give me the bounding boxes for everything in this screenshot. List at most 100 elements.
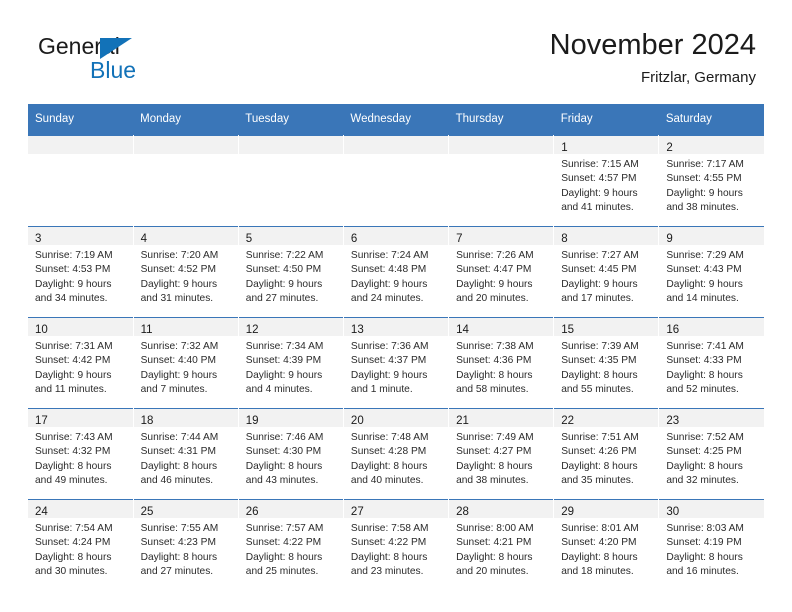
brand-logo[interactable]: General Blue bbox=[28, 33, 258, 93]
sunset-text: Sunset: 4:40 PM bbox=[140, 355, 216, 367]
day-cell[interactable]: 6 Sunrise: 7:24 AM Sunset: 4:48 PM Dayli… bbox=[343, 226, 450, 318]
day-cell[interactable]: 22 Sunrise: 7:51 AM Sunset: 4:26 PM Dayl… bbox=[553, 408, 660, 500]
day-cell[interactable]: 3 Sunrise: 7:19 AM Sunset: 4:53 PM Dayli… bbox=[28, 226, 134, 318]
day-number: 24 bbox=[35, 506, 48, 518]
day-cell[interactable] bbox=[28, 135, 134, 227]
day-cell[interactable]: 20 Sunrise: 7:48 AM Sunset: 4:28 PM Dayl… bbox=[343, 408, 450, 500]
weekday-header-wednesday: Wednesday bbox=[343, 104, 449, 136]
day-number: 16 bbox=[666, 324, 680, 336]
daylight-text-line2: and 20 minutes. bbox=[456, 566, 529, 578]
day-details: Sunrise: 7:51 AM Sunset: 4:26 PM Dayligh… bbox=[554, 427, 658, 489]
sunrise-text: Sunrise: 7:17 AM bbox=[666, 159, 744, 170]
sunrise-text: Sunrise: 7:38 AM bbox=[456, 341, 534, 352]
sunrise-text: Sunrise: 7:24 AM bbox=[350, 250, 429, 261]
sunset-text: Sunset: 4:22 PM bbox=[350, 537, 427, 549]
sunset-text: Sunset: 4:21 PM bbox=[456, 537, 532, 549]
daylight-text-line1: Daylight: 8 hours bbox=[140, 460, 218, 472]
day-cell[interactable] bbox=[133, 135, 239, 227]
daylight-text-line1: Daylight: 9 hours bbox=[666, 278, 743, 290]
daylight-text-line1: Daylight: 8 hours bbox=[666, 369, 743, 381]
daylight-text-line1: Daylight: 9 hours bbox=[245, 369, 323, 381]
sunset-text: Sunset: 4:19 PM bbox=[666, 537, 742, 549]
day-cell[interactable]: 13 Sunrise: 7:36 AM Sunset: 4:37 PM Dayl… bbox=[343, 317, 450, 409]
day-cell[interactable]: 30 Sunrise: 8:03 AM Sunset: 4:19 PM Dayl… bbox=[658, 499, 764, 590]
day-details bbox=[344, 154, 448, 158]
sunset-text: Sunset: 4:28 PM bbox=[350, 446, 427, 458]
daylight-text-line2: and 1 minute. bbox=[350, 384, 413, 396]
daylight-text-line2: and 11 minutes. bbox=[35, 384, 107, 396]
day-details: Sunrise: 8:01 AM Sunset: 4:20 PM Dayligh… bbox=[554, 518, 658, 580]
daylight-text-line2: and 32 minutes. bbox=[666, 475, 739, 487]
sunrise-text: Sunrise: 7:55 AM bbox=[140, 523, 219, 534]
day-cell[interactable]: 12 Sunrise: 7:34 AM Sunset: 4:39 PM Dayl… bbox=[238, 317, 344, 409]
day-cell[interactable]: 21 Sunrise: 7:49 AM Sunset: 4:27 PM Dayl… bbox=[448, 408, 555, 500]
sunrise-text: Sunrise: 7:34 AM bbox=[245, 341, 324, 352]
daylight-text-line1: Daylight: 9 hours bbox=[456, 278, 533, 290]
daylight-text-line1: Daylight: 8 hours bbox=[350, 551, 428, 563]
day-cell[interactable]: 29 Sunrise: 8:01 AM Sunset: 4:20 PM Dayl… bbox=[553, 499, 660, 590]
day-cell[interactable] bbox=[343, 135, 450, 227]
calendar-week-row: 10 Sunrise: 7:31 AM Sunset: 4:42 PM Dayl… bbox=[28, 317, 764, 409]
page-header: General Blue November 2024 Fritzlar, Ger… bbox=[0, 0, 792, 104]
day-cell[interactable]: 25 Sunrise: 7:55 AM Sunset: 4:23 PM Dayl… bbox=[133, 499, 239, 590]
day-details: Sunrise: 7:32 AM Sunset: 4:40 PM Dayligh… bbox=[134, 336, 238, 398]
calendar-week-row: 1 Sunrise: 7:15 AM Sunset: 4:57 PM Dayli… bbox=[28, 135, 764, 227]
day-number: 14 bbox=[456, 324, 469, 336]
day-number: 6 bbox=[350, 233, 358, 245]
sunset-text: Sunset: 4:33 PM bbox=[666, 355, 742, 367]
day-details bbox=[28, 154, 133, 158]
day-cell[interactable]: 16 Sunrise: 7:41 AM Sunset: 4:33 PM Dayl… bbox=[658, 317, 764, 409]
day-details: Sunrise: 7:19 AM Sunset: 4:53 PM Dayligh… bbox=[28, 245, 133, 307]
sunrise-text: Sunrise: 8:01 AM bbox=[561, 523, 639, 534]
day-number: 18 bbox=[140, 415, 154, 427]
sunrise-text: Sunrise: 7:39 AM bbox=[561, 341, 639, 352]
day-cell[interactable]: 5 Sunrise: 7:22 AM Sunset: 4:50 PM Dayli… bbox=[238, 226, 344, 318]
day-cell[interactable]: 4 Sunrise: 7:20 AM Sunset: 4:52 PM Dayli… bbox=[133, 226, 239, 318]
day-cell[interactable]: 14 Sunrise: 7:38 AM Sunset: 4:36 PM Dayl… bbox=[448, 317, 555, 409]
day-cell[interactable]: 27 Sunrise: 7:58 AM Sunset: 4:22 PM Dayl… bbox=[343, 499, 450, 590]
day-number: 21 bbox=[456, 415, 469, 427]
sunrise-text: Sunrise: 7:20 AM bbox=[140, 250, 219, 261]
day-details bbox=[239, 154, 343, 158]
day-cell[interactable]: 2 Sunrise: 7:17 AM Sunset: 4:55 PM Dayli… bbox=[658, 135, 764, 227]
day-cell[interactable]: 23 Sunrise: 7:52 AM Sunset: 4:25 PM Dayl… bbox=[658, 408, 764, 500]
triangle-icon bbox=[100, 38, 132, 59]
day-cell[interactable]: 7 Sunrise: 7:26 AM Sunset: 4:47 PM Dayli… bbox=[448, 226, 555, 318]
day-number: 28 bbox=[456, 506, 469, 518]
day-cell[interactable]: 28 Sunrise: 8:00 AM Sunset: 4:21 PM Dayl… bbox=[448, 499, 555, 590]
daylight-text-line1: Daylight: 8 hours bbox=[666, 460, 743, 472]
day-cell[interactable]: 10 Sunrise: 7:31 AM Sunset: 4:42 PM Dayl… bbox=[28, 317, 134, 409]
sunrise-text: Sunrise: 7:27 AM bbox=[561, 250, 639, 261]
daylight-text-line2: and 18 minutes. bbox=[561, 566, 634, 578]
daylight-text-line2: and 38 minutes. bbox=[456, 475, 529, 487]
day-cell[interactable] bbox=[448, 135, 555, 227]
sunset-text: Sunset: 4:23 PM bbox=[140, 537, 216, 549]
day-number: 27 bbox=[350, 506, 364, 518]
day-cell[interactable]: 26 Sunrise: 7:57 AM Sunset: 4:22 PM Dayl… bbox=[238, 499, 344, 590]
sunset-text: Sunset: 4:53 PM bbox=[35, 264, 111, 276]
daylight-text-line2: and 30 minutes. bbox=[35, 566, 108, 578]
day-cell[interactable]: 11 Sunrise: 7:32 AM Sunset: 4:40 PM Dayl… bbox=[133, 317, 239, 409]
day-cell[interactable]: 24 Sunrise: 7:54 AM Sunset: 4:24 PM Dayl… bbox=[28, 499, 134, 590]
day-cell[interactable]: 9 Sunrise: 7:29 AM Sunset: 4:43 PM Dayli… bbox=[658, 226, 764, 318]
day-cell[interactable]: 15 Sunrise: 7:39 AM Sunset: 4:35 PM Dayl… bbox=[553, 317, 660, 409]
day-cell[interactable] bbox=[238, 135, 344, 227]
sunrise-text: Sunrise: 7:29 AM bbox=[666, 250, 744, 261]
day-number: 26 bbox=[245, 506, 259, 518]
day-cell[interactable]: 19 Sunrise: 7:46 AM Sunset: 4:30 PM Dayl… bbox=[238, 408, 344, 500]
title-block: November 2024 Fritzlar, Germany bbox=[550, 28, 756, 87]
day-cell[interactable]: 18 Sunrise: 7:44 AM Sunset: 4:31 PM Dayl… bbox=[133, 408, 239, 500]
daylight-text-line1: Daylight: 8 hours bbox=[561, 460, 638, 472]
brand-name-blue: Blue bbox=[90, 57, 137, 83]
sunrise-text: Sunrise: 7:41 AM bbox=[666, 341, 744, 352]
day-cell[interactable]: 8 Sunrise: 7:27 AM Sunset: 4:45 PM Dayli… bbox=[553, 226, 660, 318]
calendar-week-row: 24 Sunrise: 7:54 AM Sunset: 4:24 PM Dayl… bbox=[28, 499, 764, 590]
sunset-text: Sunset: 4:30 PM bbox=[245, 446, 322, 458]
sunset-text: Sunset: 4:57 PM bbox=[561, 173, 637, 185]
day-cell[interactable]: 17 Sunrise: 7:43 AM Sunset: 4:32 PM Dayl… bbox=[28, 408, 134, 500]
sunrise-text: Sunrise: 7:58 AM bbox=[350, 523, 429, 534]
sunrise-text: Sunrise: 7:15 AM bbox=[561, 159, 639, 170]
day-cell[interactable]: 1 Sunrise: 7:15 AM Sunset: 4:57 PM Dayli… bbox=[553, 135, 660, 227]
day-number: 5 bbox=[245, 233, 253, 245]
day-details: Sunrise: 7:54 AM Sunset: 4:24 PM Dayligh… bbox=[28, 518, 133, 580]
